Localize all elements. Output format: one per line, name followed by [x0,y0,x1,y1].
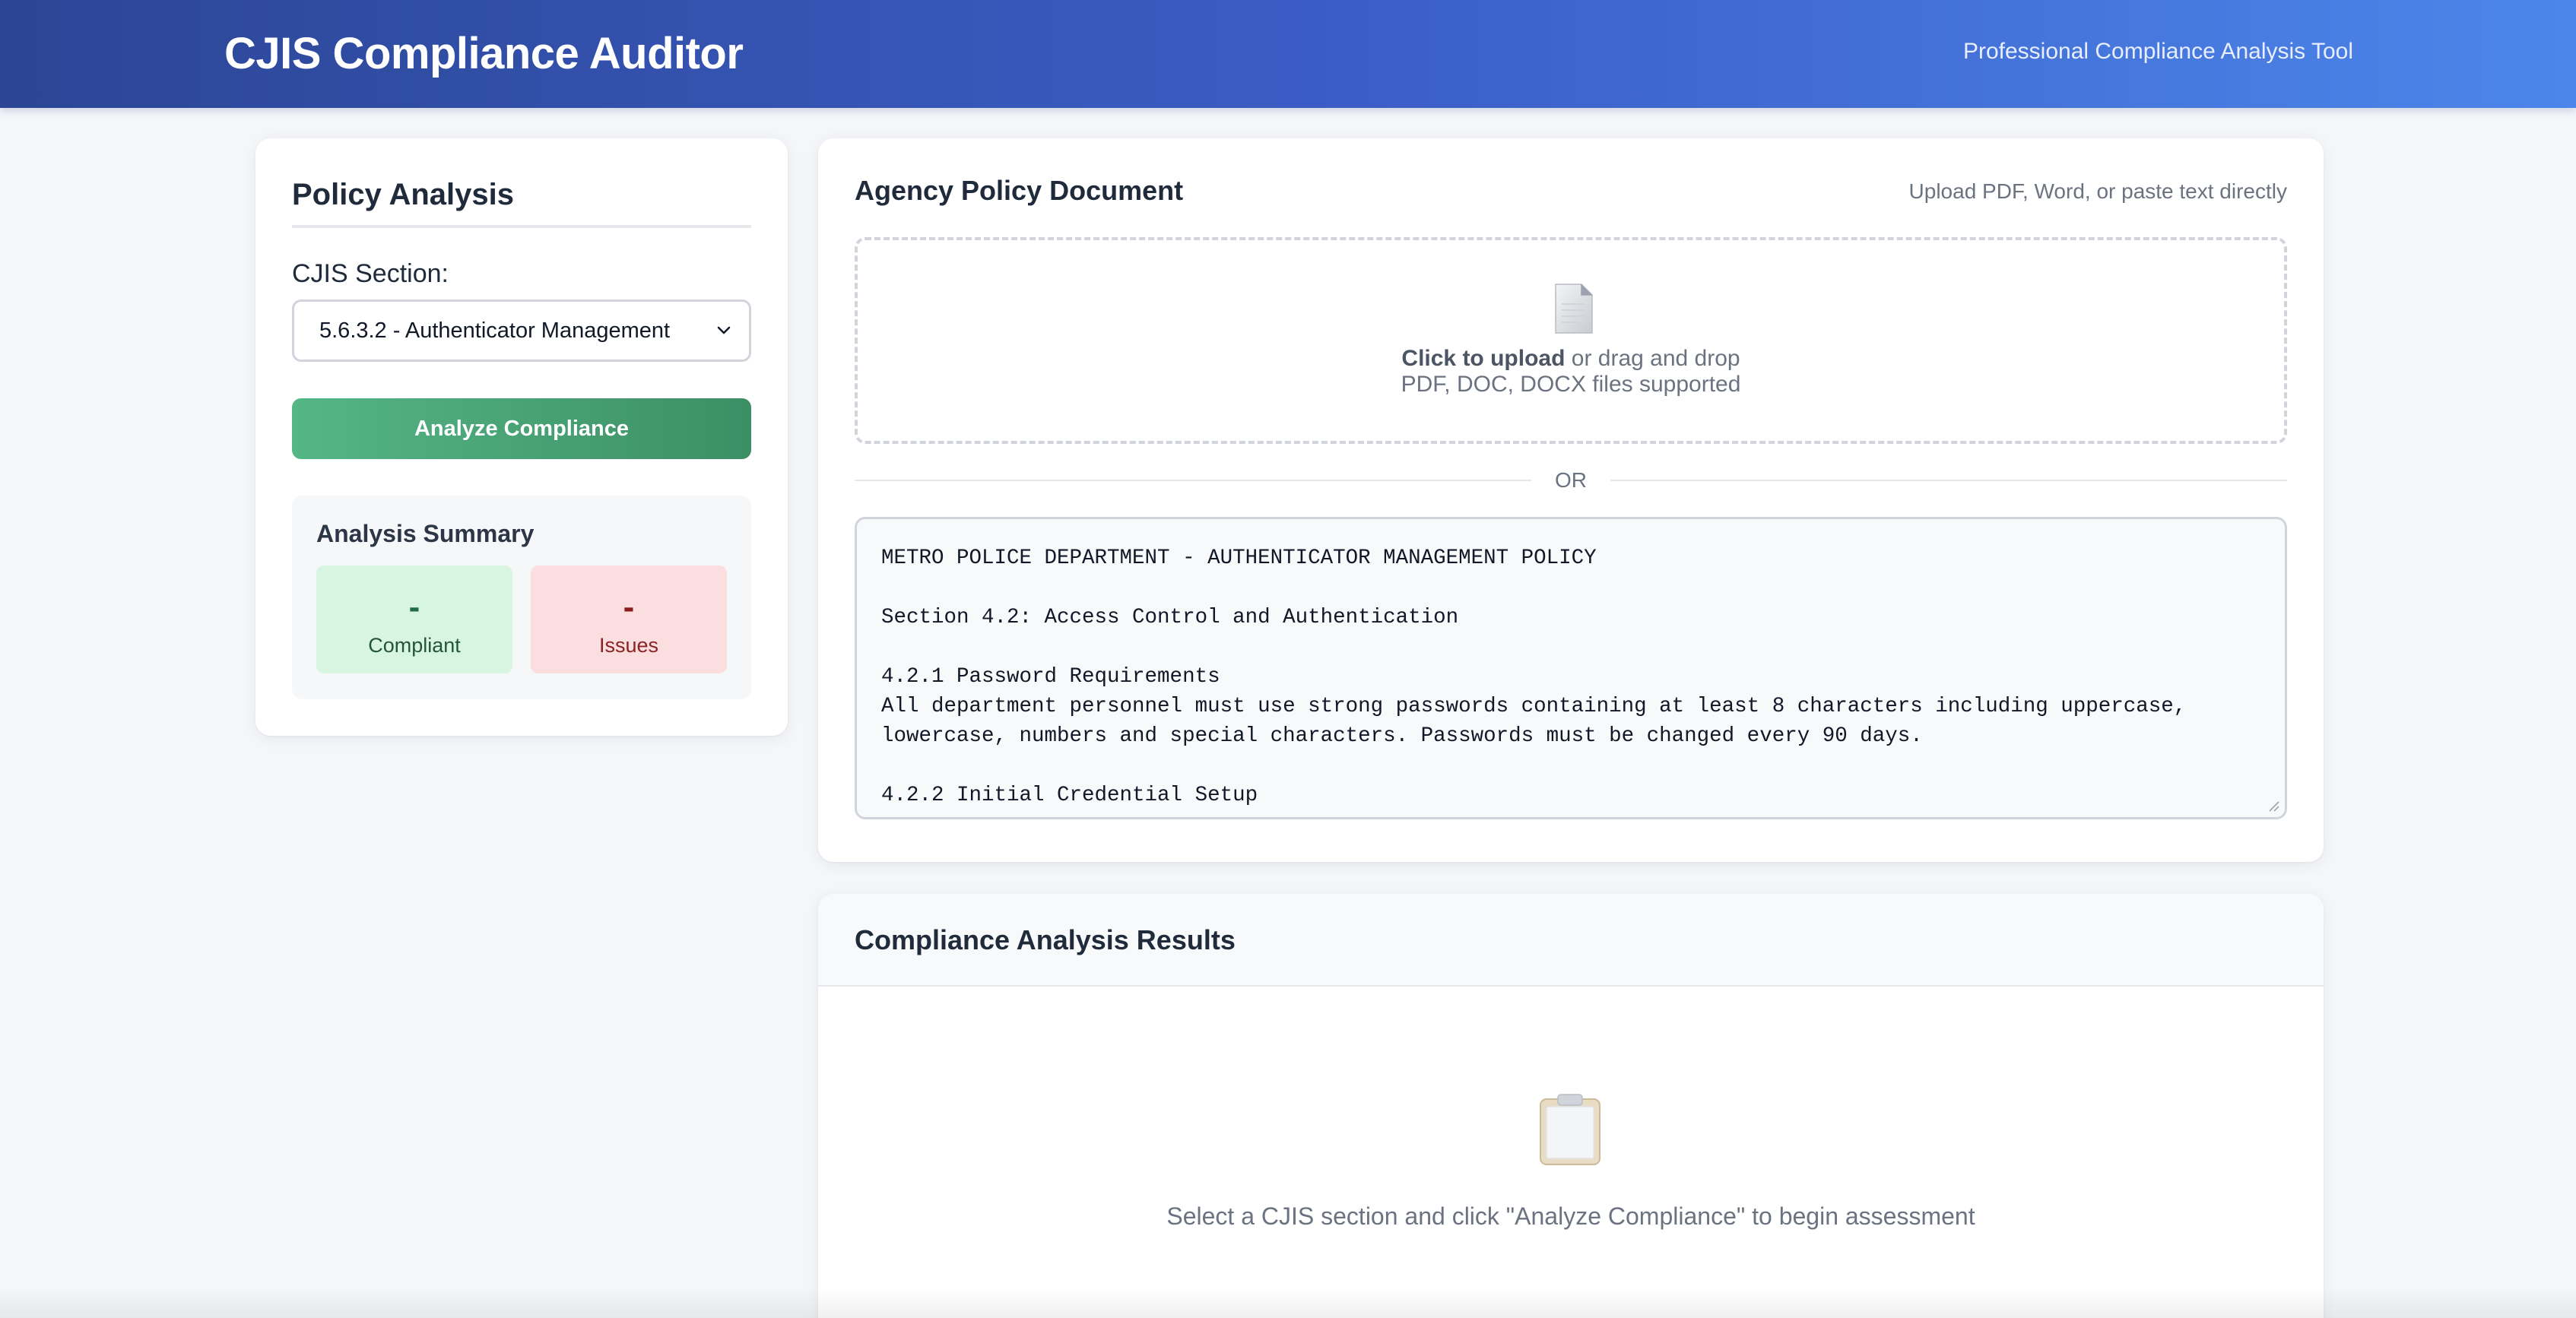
issues-count: - [623,588,635,626]
policy-document-panel: Agency Policy Document Upload PDF, Word,… [818,138,2324,862]
cjis-section-label: CJIS Section: [292,259,449,288]
upload-instructions: Click to upload or drag and drop [858,345,2284,372]
clipboard-icon [1540,1094,1600,1165]
document-panel-title: Agency Policy Document [855,175,1184,206]
compliant-label: Compliant [368,634,461,657]
results-header: Compliance Analysis Results [818,894,2324,987]
policy-analysis-panel: Policy Analysis CJIS Section: 5.6.3.2 - … [255,138,788,736]
app-subtitle: Professional Compliance Analysis Tool [1962,39,2353,64]
app-header: CJIS Compliance Auditor Professional Com… [0,0,2576,108]
chevron-down-icon [717,326,731,334]
issues-label: Issues [598,634,659,657]
cjis-section-select[interactable]: 5.6.3.2 - Authenticator Management [292,299,751,362]
results-empty-message: Select a CJIS section and click "Analyze… [1166,1202,1975,1230]
file-upload-dropzone[interactable]: Click to upload or drag and drop PDF, DO… [855,237,2287,444]
drag-drop-text: or drag and drop [1565,346,1740,371]
or-divider: OR [855,465,2287,496]
results-title: Compliance Analysis Results [855,924,1236,955]
analyze-compliance-button[interactable]: Analyze Compliance [292,398,751,459]
supported-formats: PDF, DOC, DOCX files supported [1401,372,1741,397]
panel-title: Policy Analysis [292,175,751,228]
document-icon [1555,284,1593,334]
compliant-stat: - Compliant [316,566,512,673]
app-title: CJIS Compliance Auditor [224,29,744,78]
policy-text-input[interactable]: METRO POLICE DEPARTMENT - AUTHENTICATOR … [855,517,2287,819]
analysis-summary-title: Analysis Summary [316,520,535,547]
compliance-results-panel: Compliance Analysis Results Select a CJI… [818,894,2324,1318]
click-to-upload-link[interactable]: Click to upload [1401,346,1565,371]
divider-line-right [1610,480,2287,481]
analysis-summary: Analysis Summary - Compliant - Issues [292,496,751,699]
resize-handle-icon[interactable] [2267,799,2280,813]
cjis-section-selected-value: 5.6.3.2 - Authenticator Management [319,318,671,343]
policy-text-content: METRO POLICE DEPARTMENT - AUTHENTICATOR … [881,547,2187,807]
document-upload-hint: Upload PDF, Word, or paste text directly [1908,179,2287,203]
compliant-count: - [408,588,420,626]
issues-stat: - Issues [531,566,727,673]
